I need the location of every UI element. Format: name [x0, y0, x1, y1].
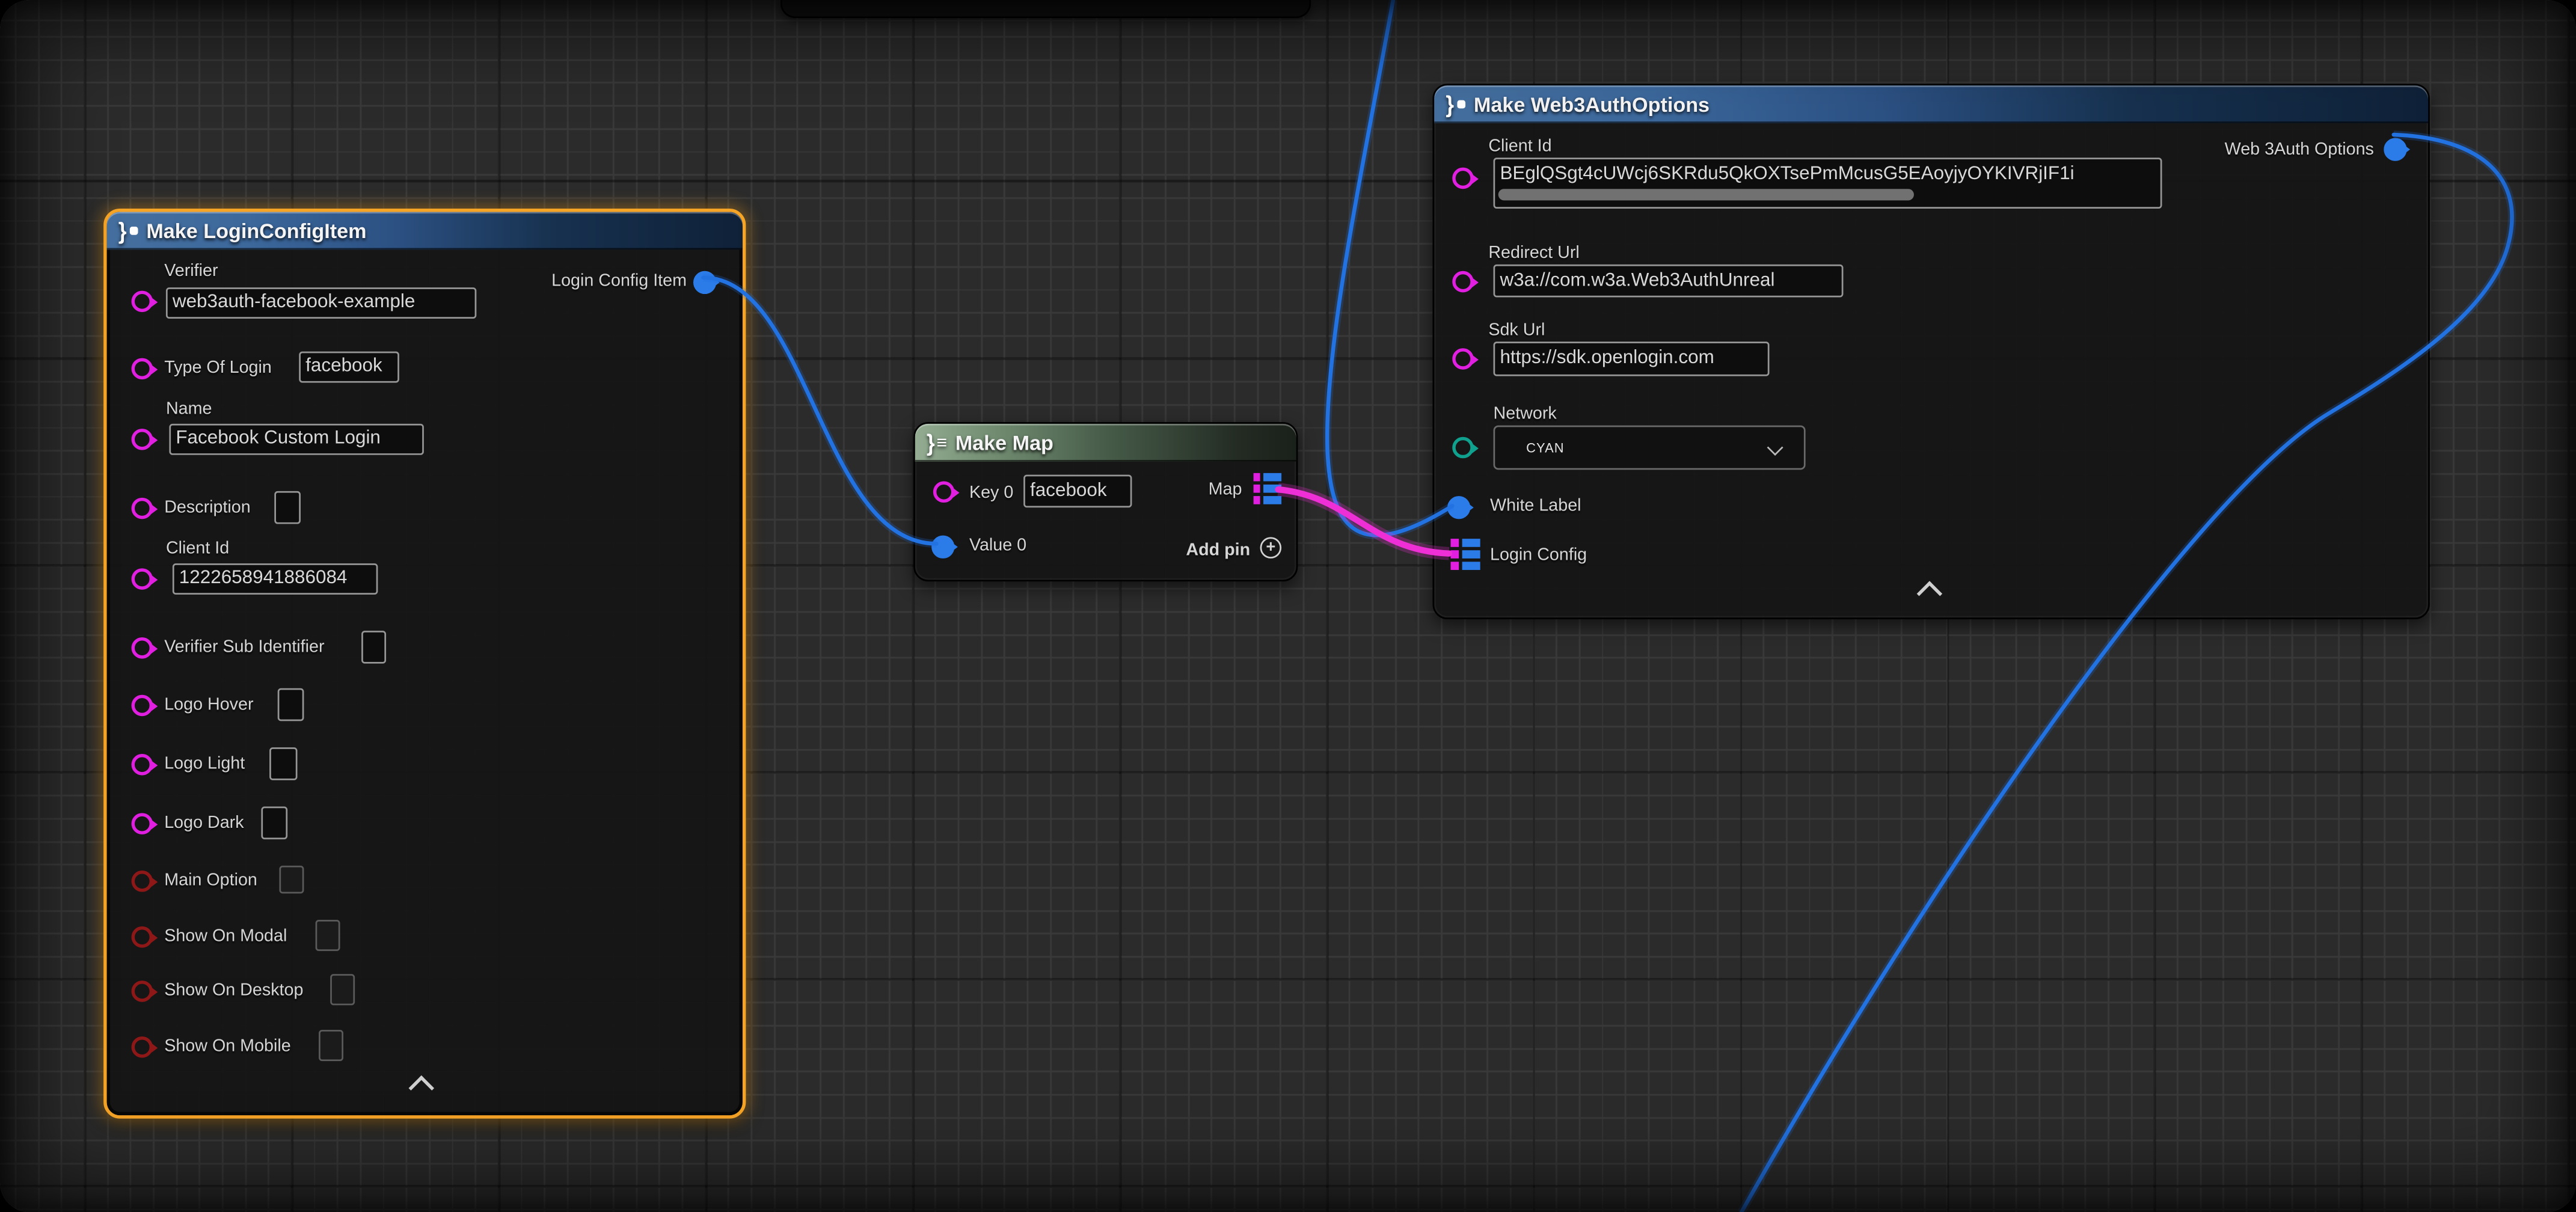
pin-label-client-id: Client Id	[166, 539, 229, 559]
network-dropdown-value: CYAN	[1526, 440, 1564, 455]
output-pin-web3auth-options[interactable]	[2384, 138, 2406, 161]
make-map-icon: }≡	[927, 430, 947, 455]
node-make-web3authoptions[interactable]: } Make Web3AuthOptions Web 3Auth Options…	[1432, 84, 2429, 619]
input-pin-sdk-url[interactable]	[1452, 348, 1474, 370]
add-pin-label[interactable]: Add pin	[1186, 540, 1250, 560]
name-input[interactable]: Facebook Custom Login	[169, 424, 423, 455]
input-pin-description[interactable]	[132, 498, 153, 519]
verifier-input[interactable]: web3auth-facebook-example	[166, 287, 476, 319]
node-title: Make LoginConfigItem	[146, 219, 366, 242]
node-make-map[interactable]: }≡ Make Map Key 0 facebook Map Value 0 A…	[913, 422, 1298, 581]
show-on-mobile-checkbox[interactable]	[319, 1030, 343, 1061]
pin-label-show-on-mobile: Show On Mobile	[164, 1036, 291, 1056]
add-pin-button[interactable]: +	[1260, 537, 1282, 559]
pin-label-sdk-url: Sdk Url	[1488, 320, 1545, 340]
redirect-url-input[interactable]: w3a://com.w3a.Web3AuthUnreal	[1494, 265, 1844, 298]
pin-label-client-id: Client Id	[1488, 136, 1551, 156]
client-id-text: BEglQSgt4cUWcj6SKRdu5QkOXTsePmMcusG5EAoy…	[1500, 164, 2074, 184]
pin-label-logo-dark: Logo Dark	[164, 813, 244, 833]
collapse-node-chevron-icon[interactable]	[1917, 581, 1943, 607]
logo-dark-input[interactable]	[261, 806, 287, 839]
input-pin-network[interactable]	[1452, 437, 1474, 459]
output-pin-label-map: Map	[1209, 480, 1242, 500]
pin-label-verifier: Verifier	[164, 261, 218, 281]
input-pin-client-id[interactable]	[1452, 168, 1474, 189]
node-title: Make Web3AuthOptions	[1474, 93, 1710, 115]
chevron-down-icon	[1767, 439, 1783, 456]
pin-label-logo-hover: Logo Hover	[164, 695, 253, 715]
input-pin-main-option[interactable]	[132, 871, 153, 892]
key0-input[interactable]: facebook	[1023, 475, 1132, 508]
node-header[interactable]: }≡ Make Map	[915, 424, 1296, 462]
client-id-input[interactable]: 1222658941886084	[173, 563, 378, 595]
pin-label-show-on-desktop: Show On Desktop	[164, 981, 303, 1000]
make-struct-icon: }	[118, 218, 138, 243]
sdk-url-input[interactable]: https://sdk.openlogin.com	[1494, 341, 1770, 376]
output-pin-label: Web 3Auth Options	[2225, 139, 2374, 159]
input-pin-show-on-modal[interactable]	[132, 926, 153, 948]
input-pin-show-on-desktop[interactable]	[132, 981, 153, 1002]
pin-label-logo-light: Logo Light	[164, 754, 245, 774]
logo-light-input[interactable]	[269, 747, 297, 780]
logo-hover-input[interactable]	[278, 688, 304, 721]
client-id-scrollbar[interactable]	[1498, 189, 1914, 200]
input-pin-name[interactable]	[132, 429, 153, 450]
pin-label-show-on-modal: Show On Modal	[164, 926, 287, 946]
make-struct-icon: }	[1446, 92, 1465, 117]
node-header[interactable]: } Make Web3AuthOptions	[1434, 85, 2428, 123]
blueprint-editor: } Make LoginConfigItem Login Config Item…	[0, 0, 2576, 1212]
input-pin-logo-light[interactable]	[132, 754, 153, 776]
input-pin-redirect-url[interactable]	[1452, 271, 1474, 293]
pin-label-login-config: Login Config	[1490, 545, 1587, 565]
pin-label-value0: Value 0	[969, 536, 1026, 556]
pin-label-main-option: Main Option	[164, 871, 257, 890]
pin-label-name: Name	[166, 399, 212, 419]
offscreen-node-bottom-edge[interactable]	[780, 0, 1311, 18]
input-pin-login-config[interactable]	[1450, 539, 1479, 570]
input-pin-logo-hover[interactable]	[132, 695, 153, 717]
node-header[interactable]: } Make LoginConfigItem	[107, 212, 743, 249]
show-on-modal-checkbox[interactable]	[316, 920, 340, 951]
show-on-desktop-checkbox[interactable]	[330, 974, 355, 1005]
input-pin-client-id[interactable]	[132, 568, 153, 590]
graph-viewport[interactable]: } Make LoginConfigItem Login Config Item…	[0, 0, 2576, 1212]
input-pin-verifier-sub-identifier[interactable]	[132, 637, 153, 659]
pin-label-description: Description	[164, 498, 251, 518]
input-pin-key0[interactable]	[933, 482, 955, 503]
pin-label-type-of-login: Type Of Login	[164, 358, 272, 378]
verifier-sub-identifier-input[interactable]	[361, 631, 386, 664]
pin-label-network: Network	[1494, 404, 1557, 424]
pin-label-redirect-url: Redirect Url	[1488, 243, 1579, 263]
network-dropdown[interactable]: CYAN	[1494, 426, 1806, 470]
client-id-input[interactable]: BEglQSgt4cUWcj6SKRdu5QkOXTsePmMcusG5EAoy…	[1494, 158, 2162, 209]
pin-label-white-label: White Label	[1490, 496, 1581, 516]
output-pin-label: Login Config Item	[551, 271, 687, 291]
input-pin-show-on-mobile[interactable]	[132, 1036, 153, 1058]
type-of-login-input[interactable]: facebook	[299, 352, 399, 383]
input-pin-verifier[interactable]	[132, 291, 153, 313]
description-input[interactable]	[274, 491, 301, 524]
main-option-checkbox[interactable]	[279, 866, 304, 893]
pin-label-verifier-sub-identifier: Verifier Sub Identifier	[164, 637, 324, 657]
collapse-node-chevron-icon[interactable]	[409, 1076, 435, 1101]
pin-label-key0: Key 0	[969, 483, 1013, 503]
node-make-loginconfigitem[interactable]: } Make LoginConfigItem Login Config Item…	[103, 209, 746, 1119]
input-pin-type-of-login[interactable]	[132, 358, 153, 380]
input-pin-logo-dark[interactable]	[132, 813, 153, 834]
node-title: Make Map	[955, 431, 1053, 454]
